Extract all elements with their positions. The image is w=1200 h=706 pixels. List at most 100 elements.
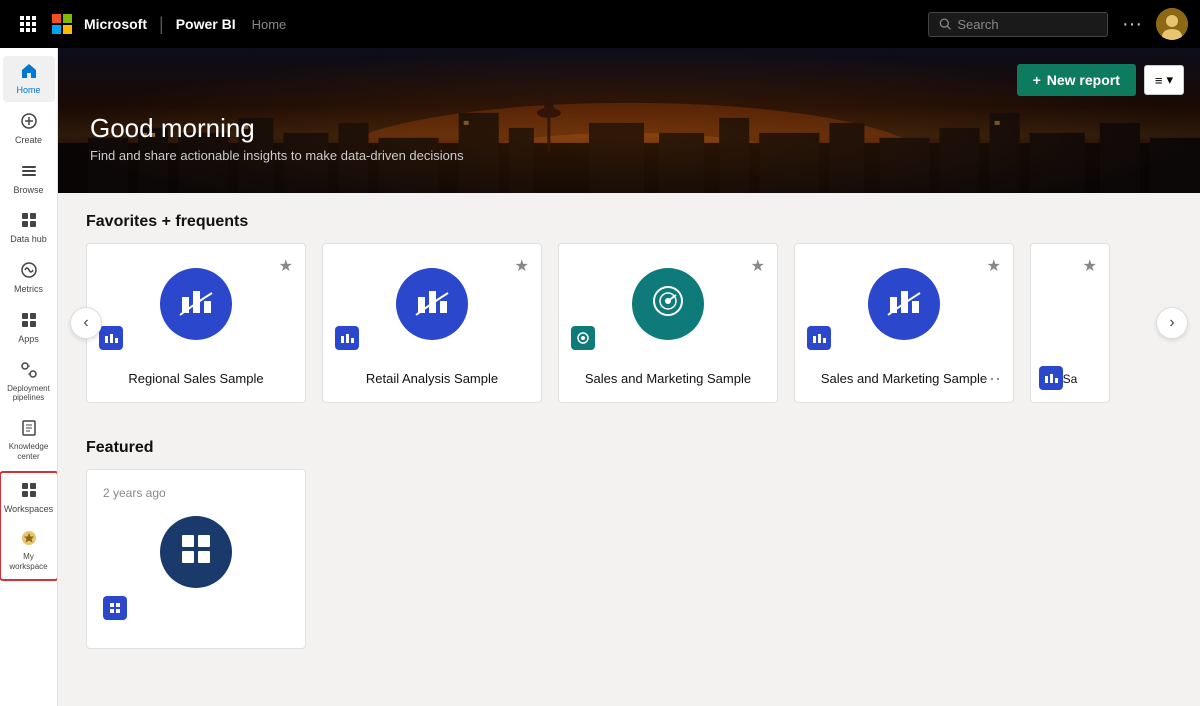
view-toggle-button[interactable]: ≡ ▾	[1144, 65, 1184, 95]
bar-chart-icon	[414, 283, 450, 326]
workspaces-icon	[20, 481, 38, 502]
carousel-next-button[interactable]: ›	[1156, 307, 1188, 339]
sidebar-item-data-hub[interactable]: Data hub	[3, 205, 55, 251]
bar-chart-icon	[886, 283, 922, 326]
sidebar-item-my-workspace[interactable]: My workspace	[3, 523, 55, 577]
my-workspace-icon	[20, 529, 38, 550]
carousel-prev-button[interactable]: ‹	[70, 307, 102, 339]
content-area: Good morning Find and share actionable i…	[58, 48, 1200, 706]
main-layout: Home Create Browse Data hub Metrics	[0, 48, 1200, 706]
avatar[interactable]	[1156, 8, 1188, 40]
card-type-badge	[571, 326, 595, 350]
search-bar[interactable]	[928, 12, 1108, 37]
favorites-cards-row: ★ Regional Sales Sample ★	[86, 243, 1172, 403]
sidebar-label-browse: Browse	[13, 185, 43, 196]
favorite-star-icon[interactable]: ★	[751, 256, 765, 276]
card-icon-circle	[160, 268, 232, 340]
sidebar-item-create[interactable]: Create	[3, 106, 55, 152]
favorite-star-icon[interactable]: ★	[987, 256, 1001, 276]
sidebar-item-knowledge[interactable]: Knowledge center	[3, 413, 55, 467]
favorites-carousel: ‹ ★ Regional Sales Sample	[86, 243, 1172, 403]
highlighted-group: Workspaces My workspace	[0, 471, 58, 581]
hero-actions: + New report ≡ ▾	[1017, 64, 1184, 96]
avatar-image	[1156, 8, 1188, 40]
favorite-star-icon[interactable]: ★	[279, 256, 293, 276]
featured-title: Featured	[86, 439, 1172, 457]
featured-section: Featured 2 years ago	[58, 419, 1200, 665]
chevron-down-icon: ▾	[1166, 72, 1173, 88]
card-type-badge	[103, 596, 127, 620]
favorites-section: Favorites + frequents ‹ ★	[58, 193, 1200, 419]
create-icon	[20, 112, 38, 133]
search-input[interactable]	[957, 17, 1097, 32]
more-options-icon[interactable]: ···	[1116, 8, 1148, 40]
brand-name: Microsoft	[84, 16, 147, 32]
new-report-label: New report	[1047, 72, 1120, 88]
card-type-badge	[807, 326, 831, 350]
card-type-badge	[335, 326, 359, 350]
sidebar-label-metrics: Metrics	[14, 284, 43, 295]
list-item: ★ Regional Sales Sample	[86, 243, 306, 403]
hero-text: Good morning Find and share actionable i…	[90, 113, 464, 163]
card-label: Sa	[1063, 372, 1078, 386]
apps-icon	[20, 311, 38, 332]
card-label: Regional Sales Sample	[128, 371, 263, 386]
sidebar-item-home[interactable]: Home	[3, 56, 55, 102]
list-icon: ≡	[1155, 73, 1163, 88]
sidebar: Home Create Browse Data hub Metrics	[0, 48, 58, 706]
hero-banner: Good morning Find and share actionable i…	[58, 48, 1200, 193]
sidebar-label-data-hub: Data hub	[10, 234, 47, 245]
card-type-badge	[99, 326, 123, 350]
card-label: Retail Analysis Sample	[366, 371, 498, 386]
sidebar-item-browse[interactable]: Browse	[3, 156, 55, 202]
hero-subtitle: Find and share actionable insights to ma…	[90, 148, 464, 163]
card-icon-circle	[396, 268, 468, 340]
list-item: ★ Sa	[1030, 243, 1110, 403]
sidebar-label-workspaces: Workspaces	[4, 504, 53, 515]
browse-icon	[20, 162, 38, 183]
topbar: Microsoft | Power BI Home ···	[0, 0, 1200, 48]
sidebar-item-workspaces[interactable]: Workspaces	[3, 475, 55, 521]
bar-chart-icon	[178, 283, 214, 326]
list-item: ★ Retail Analysis Sample	[322, 243, 542, 403]
card-more-icon[interactable]: ⋯	[983, 369, 1001, 390]
sidebar-label-my-workspace: My workspace	[7, 552, 51, 571]
card-icon-circle	[160, 516, 232, 588]
deployment-icon	[20, 361, 38, 382]
hero-title: Good morning	[90, 113, 464, 144]
home-icon	[20, 62, 38, 83]
favorite-star-icon[interactable]: ★	[1083, 256, 1097, 276]
grid-icon	[178, 531, 214, 574]
waffle-icon[interactable]	[12, 8, 44, 40]
metrics-icon	[20, 261, 38, 282]
sidebar-label-knowledge: Knowledge center	[7, 442, 51, 461]
gauge-icon	[650, 283, 686, 326]
page-name: Home	[252, 17, 287, 32]
sidebar-item-metrics[interactable]: Metrics	[3, 255, 55, 301]
card-icon-circle	[868, 268, 940, 340]
featured-cards-row: 2 years ago	[86, 469, 1172, 649]
data-hub-icon	[20, 211, 38, 232]
list-item: ★ Sales and Marketing Sample	[558, 243, 778, 403]
card-label: Sales and Marketing Sample	[585, 371, 751, 386]
card-label: Sales and Marketing Sample	[821, 371, 987, 386]
sidebar-label-deployment: Deployment pipelines	[7, 384, 51, 403]
sidebar-label-create: Create	[15, 135, 42, 146]
new-report-button[interactable]: + New report	[1017, 64, 1136, 96]
list-item: ★ ⋯ Sales and Marketing Sample	[794, 243, 1014, 403]
plus-icon: +	[1033, 72, 1041, 88]
sidebar-label-apps: Apps	[18, 334, 39, 345]
timestamp-label: 2 years ago	[103, 486, 289, 500]
separator: |	[159, 14, 164, 35]
favorite-star-icon[interactable]: ★	[515, 256, 529, 276]
favorites-title: Favorites + frequents	[86, 213, 1172, 231]
search-icon	[939, 17, 951, 31]
sidebar-item-apps[interactable]: Apps	[3, 305, 55, 351]
card-icon-circle	[632, 268, 704, 340]
list-item: 2 years ago	[86, 469, 306, 649]
sidebar-label-home: Home	[16, 85, 40, 96]
knowledge-icon	[20, 419, 38, 440]
card-type-badge	[1039, 366, 1063, 390]
microsoft-logo	[52, 14, 72, 34]
sidebar-item-deployment[interactable]: Deployment pipelines	[3, 355, 55, 409]
